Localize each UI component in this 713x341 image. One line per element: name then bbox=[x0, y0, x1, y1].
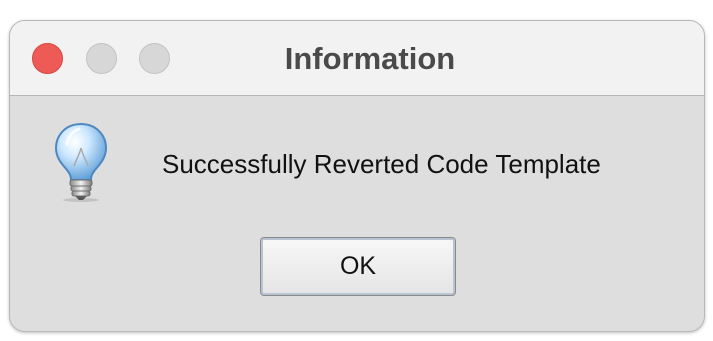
lightbulb-icon bbox=[48, 120, 114, 202]
title-bar[interactable]: Information bbox=[10, 21, 704, 96]
window-title: Information bbox=[284, 41, 456, 76]
dialog-message: Successfully Reverted Code Template bbox=[162, 149, 601, 179]
information-dialog: Information Successfully Reverted Code T… bbox=[9, 20, 705, 332]
ok-button[interactable]: OK bbox=[260, 237, 456, 296]
